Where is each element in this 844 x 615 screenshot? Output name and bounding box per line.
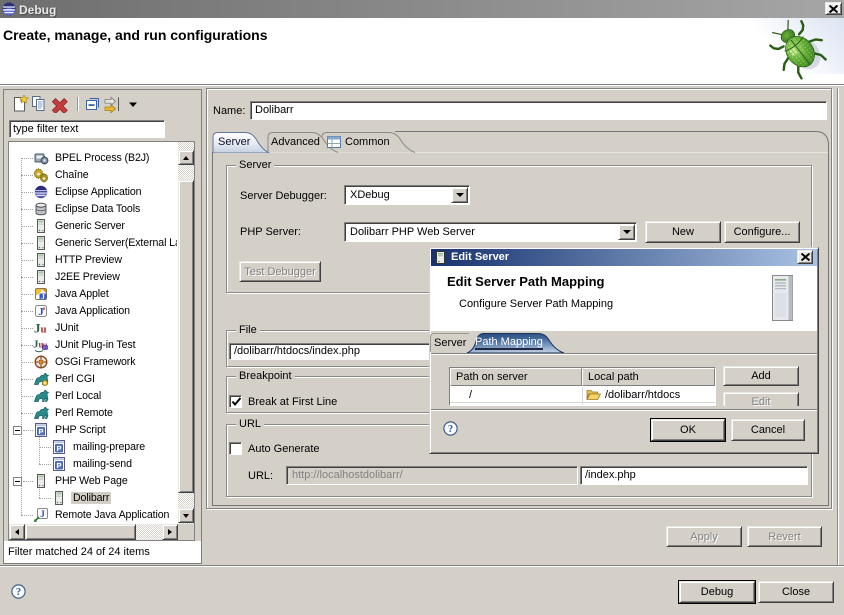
svg-text:?: ? <box>16 587 21 598</box>
svg-text:?: ? <box>448 424 453 435</box>
